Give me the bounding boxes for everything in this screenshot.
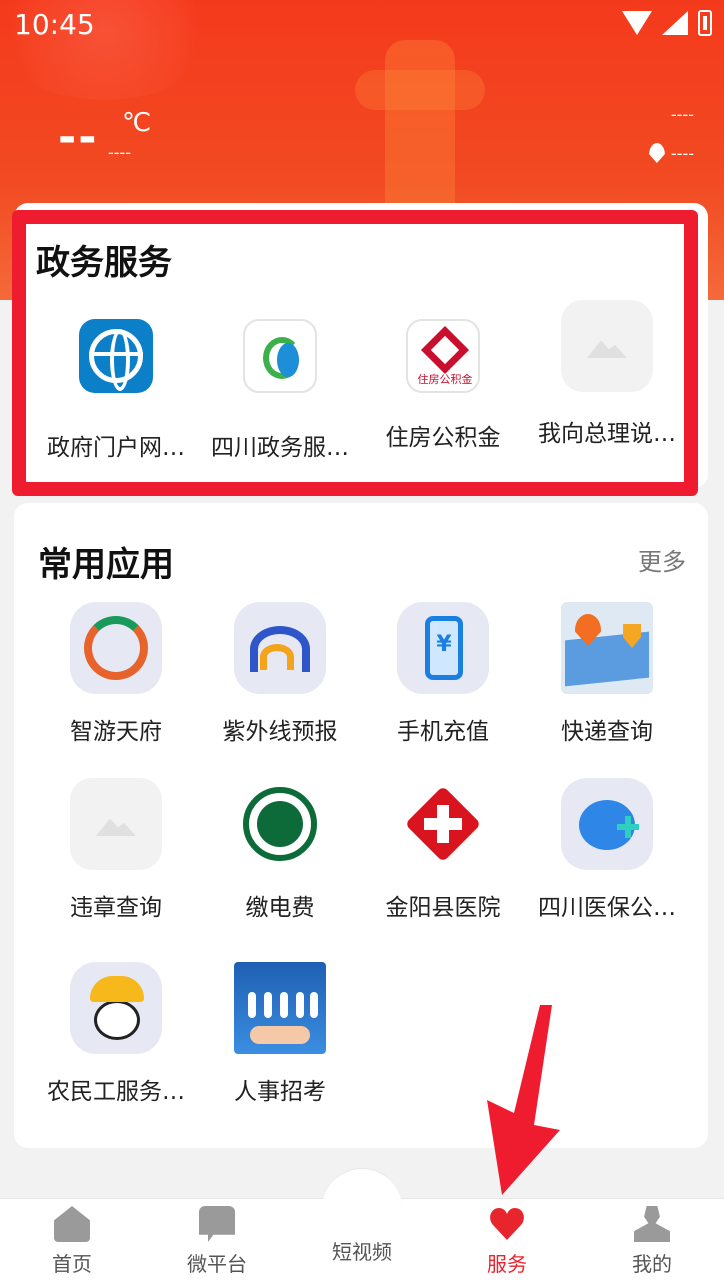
app-recharge[interactable]: ¥ 手机充值	[361, 602, 525, 752]
nav-short-video[interactable]: 短视频	[307, 1230, 417, 1265]
more-link[interactable]: 更多	[638, 542, 686, 577]
weather-description: ----	[108, 143, 132, 162]
app-express[interactable]: 快递查询	[525, 602, 689, 752]
app-label: 住房公积金	[385, 425, 501, 451]
nav-label: 微平台	[187, 1252, 247, 1276]
app-label: 农民工服务…	[47, 1079, 185, 1105]
zhiyou-icon	[70, 602, 162, 694]
app-label: 紫外线预报	[222, 719, 338, 745]
nav-label: 服务	[487, 1252, 527, 1276]
weather-unit: ℃	[122, 108, 152, 138]
app-electricity[interactable]: 缴电费	[198, 778, 362, 928]
app-uv[interactable]: 紫外线预报	[198, 602, 362, 752]
nav-label: 我的	[632, 1252, 672, 1276]
app-migrant-worker[interactable]: 农民工服务…	[34, 962, 198, 1112]
gov-item-premier[interactable]: 我向总理说…	[525, 300, 689, 450]
location-top-text: ----	[670, 105, 694, 124]
hr-exam-icon	[234, 962, 326, 1054]
sichuan-gov-icon	[234, 310, 326, 402]
housing-fund-icon-text: 住房公积金	[417, 373, 473, 386]
app-zhiyou[interactable]: 智游天府	[34, 602, 198, 752]
status-bar: 10:45	[0, 0, 724, 50]
heart-icon	[489, 1206, 525, 1242]
app-hr-exam[interactable]: 人事招考	[198, 962, 362, 1112]
app-label: 人事招考	[234, 1079, 326, 1105]
signal-icon	[662, 11, 688, 35]
nav-home[interactable]: 首页	[17, 1206, 127, 1277]
medical-insurance-icon	[561, 778, 653, 870]
weather-temperature: --	[58, 112, 99, 163]
migrant-worker-icon	[70, 962, 162, 1054]
status-icons	[622, 10, 712, 36]
image-placeholder-icon	[561, 300, 653, 392]
housing-fund-icon: 住房公积金	[397, 310, 489, 402]
uv-forecast-icon	[234, 602, 326, 694]
battery-icon	[698, 10, 712, 36]
image-placeholder-icon	[70, 778, 162, 870]
globe-icon	[70, 310, 162, 402]
app-label: 快递查询	[561, 719, 653, 745]
app-label: 四川医保公…	[538, 895, 676, 921]
wifi-icon	[622, 11, 652, 35]
express-map-icon	[561, 602, 653, 694]
location-pin-icon	[648, 143, 665, 163]
gov-item-portal[interactable]: 政府门户网…	[34, 310, 198, 461]
location-text: ----	[670, 143, 694, 163]
nav-label: 首页	[52, 1252, 92, 1276]
nav-micro-platform[interactable]: 微平台	[162, 1206, 272, 1277]
status-time: 10:45	[14, 8, 95, 41]
gov-services-title: 政务服务	[36, 243, 172, 283]
app-label: 违章查询	[70, 895, 162, 921]
state-grid-icon	[234, 778, 326, 870]
app-label: 我向总理说…	[538, 421, 676, 447]
app-label: 手机充值	[397, 719, 489, 745]
phone-recharge-icon-symbol: ¥	[436, 632, 452, 657]
hospital-icon	[397, 778, 489, 870]
chat-icon	[199, 1206, 235, 1242]
app-hospital[interactable]: 金阳县医院	[361, 778, 525, 928]
gov-item-housing-fund[interactable]: 住房公积金 住房公积金	[361, 310, 525, 460]
common-apps-title: 常用应用	[38, 545, 174, 585]
nav-mine[interactable]: 我的	[597, 1206, 707, 1277]
app-label: 金阳县医院	[385, 895, 501, 921]
user-icon	[634, 1206, 670, 1242]
nav-services[interactable]: 服务	[452, 1206, 562, 1277]
app-label: 智游天府	[70, 719, 162, 745]
app-medical-insurance[interactable]: 四川医保公…	[525, 778, 689, 928]
app-violation[interactable]: 违章查询	[34, 778, 198, 928]
annotation-arrow	[487, 1005, 560, 1195]
location-selector[interactable]: ----	[648, 143, 694, 163]
phone-recharge-icon: ¥	[397, 602, 489, 694]
app-label: 政府门户网…	[47, 435, 185, 461]
app-label: 四川政务服…	[211, 435, 349, 461]
nav-label: 短视频	[332, 1240, 392, 1264]
gov-item-sichuan[interactable]: 四川政务服…	[198, 310, 362, 461]
app-label: 缴电费	[245, 895, 315, 921]
nav-center-bump	[322, 1168, 402, 1228]
home-icon	[54, 1206, 90, 1242]
